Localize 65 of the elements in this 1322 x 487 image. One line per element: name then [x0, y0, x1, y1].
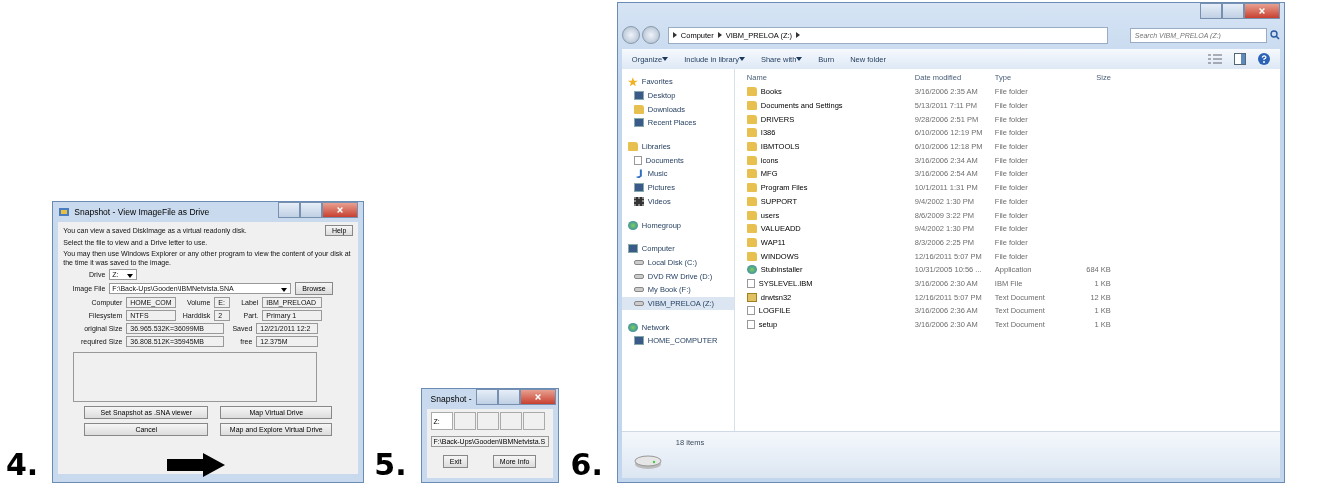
callout-arrow: [167, 453, 226, 477]
folder-icon: [746, 114, 757, 124]
monitor-icon: [627, 244, 638, 254]
search-icon[interactable]: [1269, 30, 1280, 40]
preview-pane-icon[interactable]: [1233, 53, 1246, 65]
folder-icon: [746, 251, 757, 261]
close-button[interactable]: [322, 202, 359, 218]
drive-icon: [633, 300, 644, 306]
minimize-button[interactable]: [1199, 3, 1222, 19]
window-title: Snapshot - View ImageFile as Drive: [74, 207, 210, 217]
drive-button[interactable]: [499, 412, 522, 430]
chevron-icon: [672, 32, 677, 38]
chevron-icon: [796, 32, 801, 38]
document-icon: [746, 278, 755, 288]
folder-icon: [746, 142, 757, 152]
drive-button[interactable]: [476, 412, 499, 430]
folder-icon: [746, 237, 757, 247]
drive-icon: [633, 273, 644, 279]
globe-icon: [746, 265, 757, 275]
folder-icon: [627, 142, 638, 152]
forward-button[interactable]: [641, 26, 660, 44]
close-icon: [533, 393, 542, 401]
step-number: 5.: [374, 449, 407, 481]
folder-icon: [746, 183, 757, 193]
drive-button[interactable]: [522, 412, 545, 430]
folder-icon: [746, 87, 757, 97]
drive-button[interactable]: [453, 412, 476, 430]
app-icon: [58, 206, 71, 218]
drive-icon: [633, 454, 662, 470]
caret-icon: [127, 274, 134, 278]
step-number: 4.: [6, 449, 39, 481]
folder-icon: [746, 128, 757, 138]
folder-icon: [746, 224, 757, 234]
view-list-icon[interactable]: [1207, 54, 1222, 64]
document-icon: [633, 155, 642, 165]
monitor-icon: [633, 118, 644, 128]
drive-icon: [633, 287, 644, 293]
window-title: Snapshot -: [430, 394, 472, 404]
folder-icon: [746, 155, 757, 165]
help-icon[interactable]: [1257, 53, 1270, 65]
film-icon: [633, 196, 644, 206]
close-icon: [336, 206, 345, 214]
minimize-button[interactable]: [475, 389, 498, 405]
chevron-icon: [717, 32, 722, 38]
globe-icon: [627, 220, 638, 230]
close-icon: [1257, 7, 1266, 15]
folder-icon: [633, 104, 644, 114]
folder-icon: [746, 196, 757, 206]
folder-icon: [746, 210, 757, 220]
folder-icon: [746, 101, 757, 111]
step-number: 6.: [570, 449, 603, 481]
folder-icon: [746, 169, 757, 179]
monitor-icon: [633, 336, 644, 346]
maximize-button[interactable]: [300, 202, 323, 218]
close-button[interactable]: [1243, 3, 1280, 19]
monitor-icon: [633, 91, 644, 101]
back-button[interactable]: [621, 26, 640, 44]
monitor-icon: [633, 183, 644, 193]
minimize-button[interactable]: [278, 202, 301, 218]
close-button[interactable]: [519, 389, 556, 405]
caret-icon: [281, 288, 288, 292]
maximize-button[interactable]: [497, 389, 520, 405]
maximize-button[interactable]: [1221, 3, 1244, 19]
globe-icon: [627, 322, 638, 332]
drive-icon: [633, 259, 644, 265]
